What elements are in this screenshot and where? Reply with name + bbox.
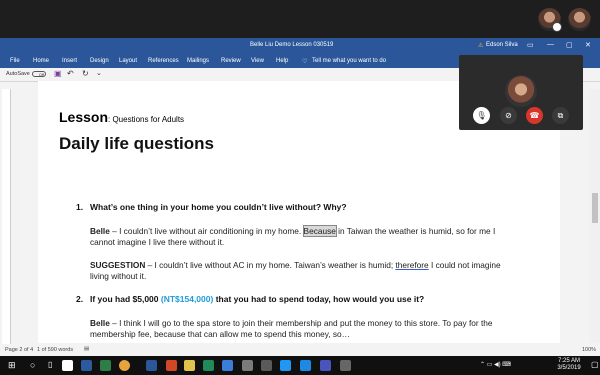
vertical-ruler[interactable]: [2, 89, 11, 344]
suggestion-text: – I couldn’t live without AC in my home.…: [145, 260, 396, 270]
page-heading: Daily life questions: [59, 134, 214, 153]
customize-toolbar-icon[interactable]: ⌄: [96, 69, 102, 77]
share-screen-icon[interactable]: ⧉: [552, 107, 569, 124]
camera-app-icon[interactable]: [280, 360, 291, 371]
zoom-level[interactable]: 100%: [582, 347, 596, 353]
caller-avatar: [505, 75, 537, 107]
start-icon[interactable]: ⊞: [8, 360, 16, 371]
question-number: 1.: [76, 202, 84, 212]
selected-word[interactable]: Because: [302, 225, 337, 237]
answer-text-2: – I think I will go to the spa store to …: [90, 318, 493, 339]
word-active-icon[interactable]: [146, 360, 157, 371]
autosave-toggle[interactable]: Off: [32, 71, 46, 77]
participant-avatar-2[interactable]: [568, 8, 591, 31]
minimize-button[interactable]: —: [547, 41, 554, 48]
question-1: 1. What’s one thing in your home you coul…: [76, 202, 347, 212]
warning-icon: ⚠: [478, 43, 484, 49]
system-tray-icons[interactable]: ⌃ ▭ ◀) ⌨: [480, 361, 511, 368]
avatar-status-dot: [552, 22, 562, 32]
teams-icon[interactable]: [320, 360, 331, 371]
ribbon-display-options-button[interactable]: ▭: [527, 41, 534, 49]
save-icon[interactable]: ▣: [54, 69, 62, 78]
vertical-scrollbar[interactable]: [590, 89, 600, 343]
lesson-title: Lesson: Questions for Adults: [59, 109, 184, 125]
end-call-icon[interactable]: ☎: [526, 107, 543, 124]
windows-taskbar: ⊞ ○ ▯ ⌃ ▭ ◀) ⌨ 7:25 AM 3/5/2019 ▢: [0, 356, 600, 375]
lightbulb-icon: ♡: [302, 59, 308, 65]
page-count[interactable]: Page 2 of 4: [5, 347, 33, 353]
app-blue-icon[interactable]: [300, 360, 311, 371]
currency-note: (NT$154,000): [160, 294, 214, 304]
question-number-2: 2.: [76, 294, 84, 304]
close-button[interactable]: ✕: [585, 41, 591, 49]
autosave-label: AutoSave: [6, 71, 30, 77]
clock[interactable]: 7:25 AM 3/5/2019: [549, 358, 589, 372]
chrome-icon[interactable]: [62, 360, 73, 371]
tab-references[interactable]: References: [148, 58, 179, 64]
chrome-app-icon[interactable]: [119, 360, 130, 371]
user-name[interactable]: Edson Silva: [486, 42, 518, 48]
camera-off-icon[interactable]: ⊘: [500, 107, 517, 124]
app-gray-icon[interactable]: [340, 360, 351, 371]
clock-date: 3/5/2019: [557, 365, 581, 371]
search-icon[interactable]: ○: [30, 360, 35, 370]
maximize-button[interactable]: ▢: [566, 41, 573, 49]
app-green-icon[interactable]: [203, 360, 214, 371]
tab-review[interactable]: Review: [221, 58, 241, 64]
powerpoint-icon[interactable]: [166, 360, 177, 371]
undo-icon[interactable]: ↶: [67, 69, 74, 78]
question-text-2-cont: that you had to spend today, how would y…: [213, 294, 425, 304]
tab-file[interactable]: File: [10, 58, 20, 64]
lesson-subtitle: : Questions for Adults: [108, 115, 185, 124]
tab-view[interactable]: View: [251, 58, 264, 64]
lesson-title-text: Lesson: [59, 109, 109, 125]
question-text-2: If you had $5,000: [90, 294, 161, 304]
suggestion-label: SUGGESTION: [90, 260, 146, 270]
answer-2: Belle – I think I will go to the spa sto…: [90, 318, 504, 340]
answer-text: – I couldn’t live without air conditioni…: [109, 226, 304, 236]
status-bar: Page 2 of 4 1 of 590 words ▤ 100%: [0, 345, 600, 356]
tab-help[interactable]: Help: [276, 58, 288, 64]
folder-icon[interactable]: [184, 360, 195, 371]
settings-icon[interactable]: [261, 360, 272, 371]
answer-1: Belle – I couldn’t live without air cond…: [90, 225, 504, 248]
excel-icon[interactable]: [100, 360, 111, 371]
tab-mailings[interactable]: Mailings: [187, 58, 209, 64]
document-title: Belle Liu Demo Lesson 030519: [250, 42, 334, 48]
video-call-overlay[interactable]: 🎙 ⊘ ☎ ⧉: [459, 55, 583, 130]
outlook-icon[interactable]: [222, 360, 233, 371]
tab-insert[interactable]: Insert: [62, 58, 77, 64]
speaker-name: Belle: [90, 226, 110, 236]
clock-time: 7:25 AM: [557, 358, 580, 364]
word-count[interactable]: 1 of 590 words: [37, 347, 73, 353]
scrollbar-thumb[interactable]: [592, 193, 598, 223]
notifications-icon[interactable]: ▢: [591, 360, 599, 369]
app-icon[interactable]: [242, 360, 253, 371]
suggestion-1: SUGGESTION – I couldn’t live without AC …: [90, 260, 504, 282]
redo-icon[interactable]: ↻: [82, 69, 89, 78]
title-bar: Belle Liu Demo Lesson 030519 ⚠ Edson Sil…: [0, 38, 600, 54]
tab-design[interactable]: Design: [90, 58, 109, 64]
tell-me-search[interactable]: Tell me what you want to do: [312, 58, 386, 64]
participant-avatar[interactable]: [538, 8, 562, 32]
mic-icon[interactable]: 🎙: [473, 107, 490, 124]
task-view-icon[interactable]: ▯: [48, 360, 52, 369]
word-icon[interactable]: [81, 360, 92, 371]
tab-layout[interactable]: Layout: [119, 58, 137, 64]
question-text: What’s one thing in your home you couldn…: [90, 202, 347, 212]
grammar-underlined-word[interactable]: therefore: [395, 260, 428, 270]
question-2: 2. If you had $5,000 (NT$154,000) that yo…: [76, 294, 424, 304]
speaker-name-2: Belle: [90, 318, 110, 328]
proofing-icon[interactable]: ▤: [84, 346, 89, 352]
desktop-top-area: [0, 0, 600, 38]
tab-home[interactable]: Home: [33, 58, 49, 64]
